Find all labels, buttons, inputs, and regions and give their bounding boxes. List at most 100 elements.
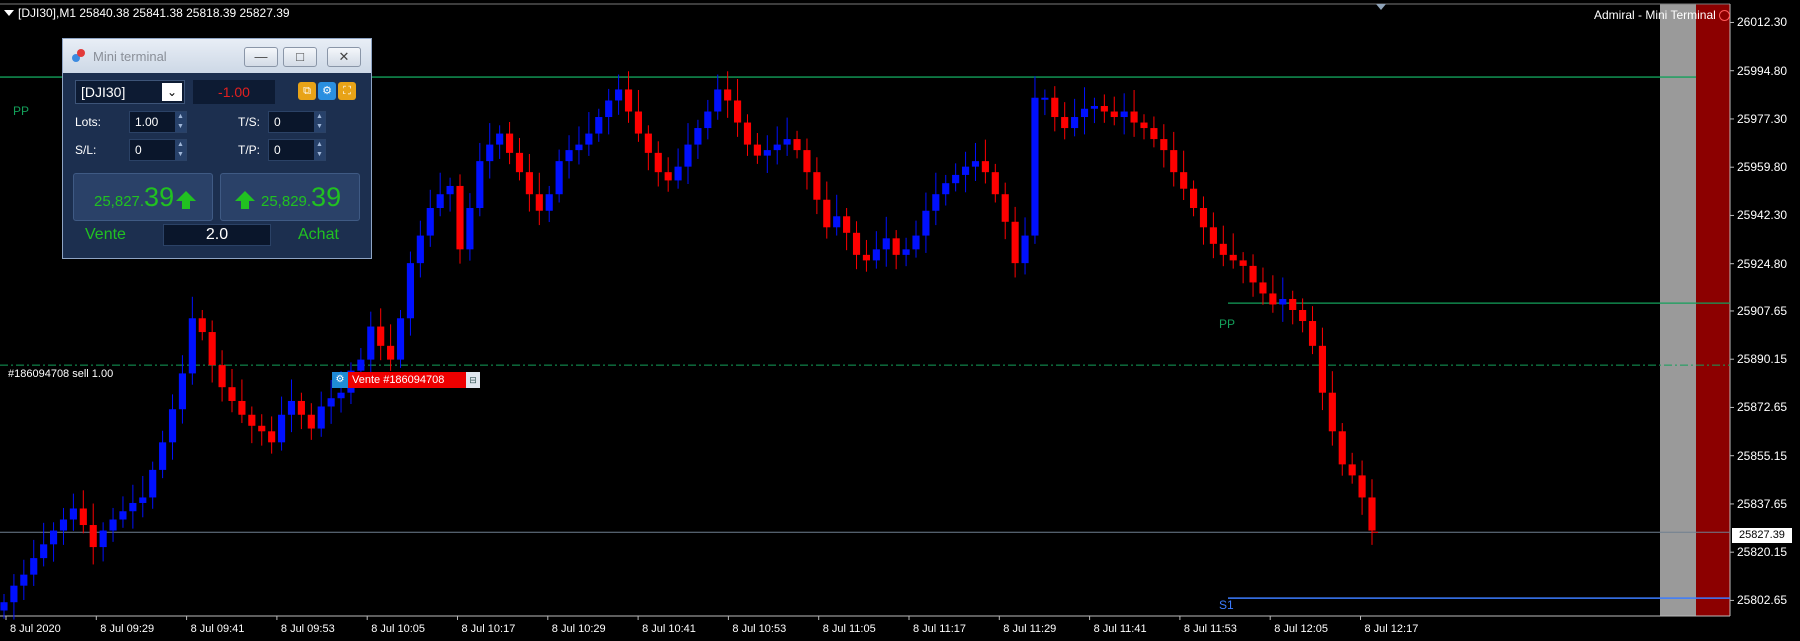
candle-body xyxy=(1348,464,1356,476)
order-tag-label[interactable]: Vente #186094708 xyxy=(348,372,466,388)
tp-stepper[interactable]: ▲ ▼ xyxy=(314,140,325,160)
candle-body xyxy=(1041,97,1049,100)
candle-body xyxy=(1279,298,1287,305)
maximize-button[interactable]: □ xyxy=(283,47,317,67)
mini-terminal-window[interactable]: Mini terminal — □ ✕ [DJI30] ⌄ -1.00 ⧉ ⚙ … xyxy=(62,38,372,259)
tp-value: 0 xyxy=(274,143,281,157)
candle-body xyxy=(1259,282,1267,294)
ts-stepper[interactable]: ▲ ▼ xyxy=(314,112,325,132)
x-tick-label: 8 Jul 11:53 xyxy=(1183,623,1237,635)
candle-body xyxy=(932,194,940,211)
candle-body xyxy=(277,414,286,443)
candle-body xyxy=(387,345,395,360)
volume-input[interactable]: 2.0 xyxy=(163,224,271,246)
brand-text: Admiral - Mini Terminal xyxy=(1594,8,1716,22)
candle-body xyxy=(367,326,375,360)
candle-body xyxy=(575,144,583,151)
candle-body xyxy=(228,387,236,401)
minimize-button[interactable]: — xyxy=(244,47,278,67)
candle-body xyxy=(872,249,880,261)
candle-body xyxy=(902,249,910,255)
sell-price-main: 25,827. xyxy=(94,193,145,210)
y-tick-label: 25872.65 xyxy=(1737,400,1788,415)
y-tick-label: 25855.15 xyxy=(1737,448,1788,463)
chevron-down-icon[interactable]: ⌄ xyxy=(162,83,182,101)
ts-value: 0 xyxy=(274,115,281,129)
candle-body xyxy=(565,150,573,162)
symbol-value: [DJI30] xyxy=(81,84,126,100)
x-tick-label: 8 Jul 11:29 xyxy=(1003,623,1057,635)
y-tick-label: 25837.65 xyxy=(1737,496,1788,511)
sl-stepper[interactable]: ▲ ▼ xyxy=(175,140,186,160)
y-tick-label: 25820.15 xyxy=(1737,545,1788,560)
close-order-icon[interactable]: ⊟ xyxy=(466,372,480,388)
sell-price-button[interactable]: 25,827.39 xyxy=(73,173,213,221)
lots-stepper[interactable]: ▲ ▼ xyxy=(175,112,186,132)
candle-body xyxy=(684,144,692,167)
caret-down-icon[interactable] xyxy=(4,10,14,16)
y-tick-label: 25942.30 xyxy=(1737,208,1788,223)
price-change: -1.00 xyxy=(193,80,275,104)
candle-body xyxy=(892,238,900,255)
candle-body xyxy=(694,128,702,145)
order-tag[interactable]: ⚙ Vente #186094708 ⊟ xyxy=(332,372,480,388)
candle-body xyxy=(49,530,58,545)
candle-body xyxy=(833,216,841,228)
tp-label: T/P: xyxy=(238,143,261,157)
y-tick-label: 25802.65 xyxy=(1737,593,1788,608)
candle-body xyxy=(882,238,890,250)
gear-icon[interactable]: ⚙ xyxy=(332,372,348,388)
candle-body xyxy=(1170,150,1178,173)
candle-body xyxy=(317,406,325,429)
candle-body xyxy=(644,133,652,153)
candle-body xyxy=(426,208,434,236)
lots-input[interactable]: 1.00 ▲ ▼ xyxy=(129,111,187,133)
candle-body xyxy=(704,111,712,129)
expand-icon[interactable]: ⛶ xyxy=(338,82,356,100)
x-tick-label: 8 Jul 09:53 xyxy=(280,623,335,635)
candle-body xyxy=(1130,111,1138,123)
copy-icon[interactable]: ⧉ xyxy=(298,82,316,100)
candle-body xyxy=(59,519,68,531)
candle-body xyxy=(1021,235,1029,264)
candle-body xyxy=(1001,194,1009,222)
ts-input[interactable]: 0 ▲ ▼ xyxy=(268,111,326,133)
candle-body xyxy=(327,398,335,407)
candle-body xyxy=(168,409,177,443)
candle-body xyxy=(1318,345,1327,393)
candle-body xyxy=(1289,298,1297,310)
symbol-select[interactable]: [DJI30] ⌄ xyxy=(75,80,185,104)
candle-body xyxy=(69,508,77,520)
candle-body xyxy=(1110,111,1118,118)
candle-body xyxy=(664,172,672,181)
candle-body xyxy=(793,139,801,151)
candle-body xyxy=(109,519,117,531)
candle-body xyxy=(714,89,722,112)
mini-terminal-titlebar[interactable]: Mini terminal — □ ✕ xyxy=(63,39,371,73)
candle-body xyxy=(1061,117,1069,129)
buy-price-button[interactable]: 25,829.39 xyxy=(220,173,360,221)
candle-body xyxy=(922,210,930,236)
candle-body xyxy=(446,185,454,195)
y-tick-label: 25890.15 xyxy=(1737,352,1788,367)
candle-body xyxy=(1051,97,1059,118)
candle-body xyxy=(307,414,315,429)
candle-body xyxy=(268,431,276,443)
x-tick-label: 8 Jul 10:29 xyxy=(551,623,606,635)
candle-body xyxy=(1071,117,1079,129)
close-button[interactable]: ✕ xyxy=(327,47,361,67)
candle-body xyxy=(40,544,48,559)
candle-body xyxy=(79,508,87,526)
candle-body xyxy=(218,365,226,388)
candle-body xyxy=(456,185,464,250)
candle-body xyxy=(1209,227,1217,244)
sl-input[interactable]: 0 ▲ ▼ xyxy=(129,139,187,161)
sell-button-label[interactable]: Vente xyxy=(85,226,126,244)
buy-button-label[interactable]: Achat xyxy=(298,226,339,244)
settings-icon[interactable]: ⚙ xyxy=(318,82,336,100)
candle-body xyxy=(1189,188,1198,208)
candle-body xyxy=(515,152,524,173)
tp-input[interactable]: 0 ▲ ▼ xyxy=(268,139,326,161)
candle-body xyxy=(971,161,980,167)
candle-body xyxy=(436,194,444,208)
